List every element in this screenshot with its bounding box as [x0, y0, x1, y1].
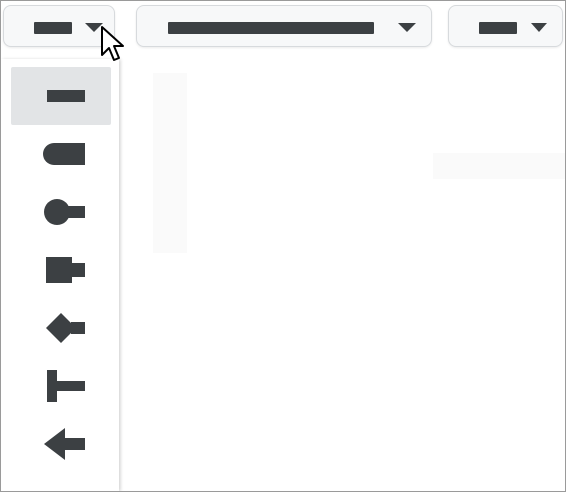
canvas-artifact — [153, 73, 187, 253]
line-end-option-diamond[interactable] — [11, 299, 111, 357]
line-end-dropdown — [1, 59, 119, 491]
app-window — [0, 0, 566, 492]
line-end-circle-icon — [44, 199, 85, 225]
line-end-round-icon — [43, 143, 85, 165]
line-end-diamond-icon — [46, 313, 85, 343]
line-end-square-icon — [46, 257, 85, 283]
line-end-flat-icon — [479, 22, 517, 34]
line-end-flat-icon — [34, 22, 72, 34]
line-solid-icon — [168, 22, 374, 34]
line-dash-button[interactable] — [136, 5, 432, 47]
line-end-button[interactable] — [448, 5, 563, 47]
canvas-artifact — [433, 153, 565, 179]
chevron-down-icon — [398, 23, 416, 32]
line-end-arrow-icon — [44, 428, 85, 460]
line-end-none-icon — [47, 90, 85, 102]
line-start-button[interactable] — [3, 5, 115, 47]
line-end-option-bar[interactable] — [11, 357, 111, 415]
line-end-option-round[interactable] — [11, 125, 111, 183]
line-end-option-square[interactable] — [11, 241, 111, 299]
mouse-pointer-icon — [101, 26, 124, 61]
line-end-option-none[interactable] — [11, 67, 111, 125]
chevron-down-icon — [531, 23, 547, 32]
line-end-option-circle[interactable] — [11, 183, 111, 241]
line-end-bar-icon — [47, 370, 85, 402]
line-end-option-arrow[interactable] — [11, 415, 111, 473]
